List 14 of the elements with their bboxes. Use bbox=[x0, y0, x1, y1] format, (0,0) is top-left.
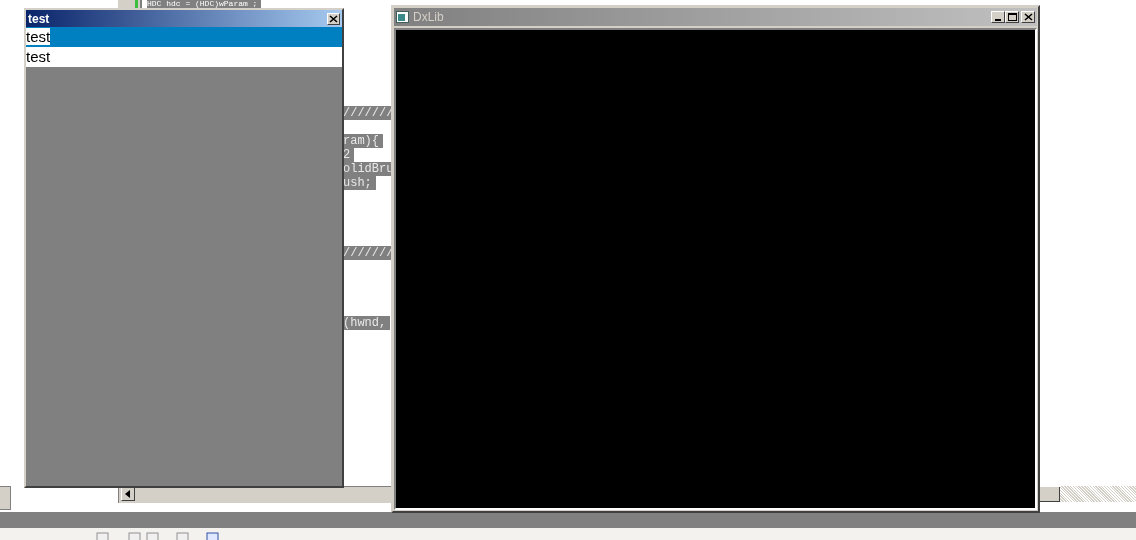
close-icon bbox=[329, 14, 338, 23]
app-icon bbox=[396, 11, 409, 23]
close-button[interactable] bbox=[1021, 11, 1035, 23]
maximize-button[interactable] bbox=[1005, 11, 1019, 23]
window-title: DxLib bbox=[413, 10, 445, 24]
list-item[interactable]: test bbox=[26, 27, 342, 47]
list-item[interactable]: test bbox=[26, 47, 342, 67]
close-icon bbox=[1023, 13, 1033, 21]
scroll-thumb[interactable] bbox=[1040, 487, 1060, 502]
close-button[interactable] bbox=[327, 12, 340, 25]
minimize-button[interactable] bbox=[991, 11, 1005, 23]
window-title: test bbox=[28, 11, 50, 26]
panel-button[interactable] bbox=[0, 486, 11, 510]
maximize-icon bbox=[1007, 13, 1017, 21]
